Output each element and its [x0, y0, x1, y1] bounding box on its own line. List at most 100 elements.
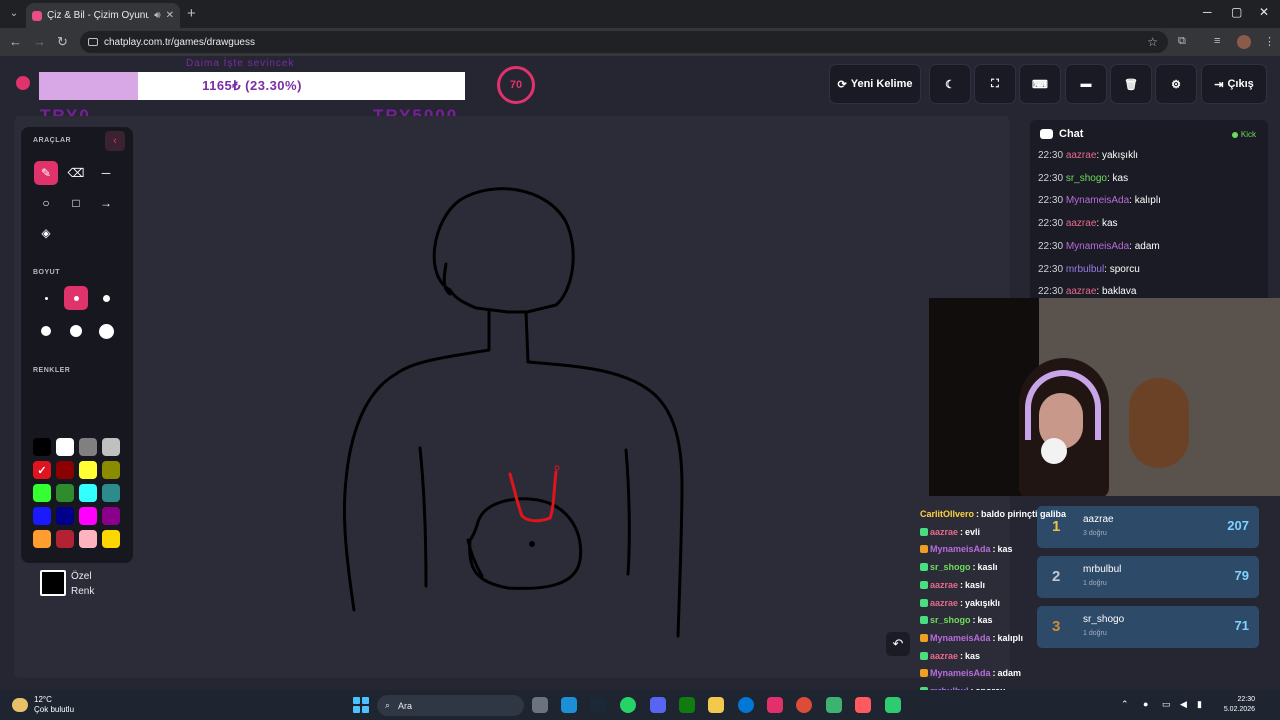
battery-tray-icon[interactable]: ▮ — [1197, 699, 1202, 710]
custom-color-swatch[interactable] — [40, 570, 66, 596]
moon-icon: ☾ — [945, 78, 955, 91]
chrome-icon[interactable] — [796, 697, 812, 713]
new-word-button[interactable]: ⟳ Yeni Kelime — [829, 64, 921, 104]
address-bar[interactable]: chatplay.com.tr/games/drawguess ☆ — [80, 31, 1168, 53]
size-xs-button[interactable] — [34, 286, 58, 310]
paint-icon[interactable] — [855, 697, 871, 713]
weather-cloud-icon[interactable] — [12, 698, 28, 712]
chat-user[interactable]: mrbulbul — [1066, 264, 1104, 275]
minimize-button[interactable]: ─ — [1203, 5, 1212, 19]
chat-user[interactable]: MynameisAda — [1066, 195, 1129, 206]
custom-color-label-line2: Renk — [71, 586, 95, 597]
clear-canvas-button[interactable]: 🗑︎ — [1110, 64, 1152, 104]
fullscreen-button[interactable]: ⛶ — [974, 64, 1016, 104]
fill-tool-button[interactable]: ◈ — [34, 221, 58, 245]
audio-playing-icon[interactable]: 🔊︎ — [154, 10, 160, 21]
keyboard-button[interactable]: ⌨ — [1019, 64, 1061, 104]
close-window-button[interactable]: ✕ — [1259, 5, 1269, 19]
extensions-icon[interactable]: ⧉ — [1178, 35, 1186, 48]
maximize-button[interactable]: ▢ — [1231, 5, 1242, 19]
whatsapp-icon[interactable] — [620, 697, 636, 713]
forward-icon[interactable]: → — [33, 34, 46, 49]
undo-button[interactable]: ↶ — [886, 632, 910, 656]
arrow-tool-button[interactable]: → — [94, 191, 118, 215]
color-swatch[interactable] — [33, 438, 51, 456]
color-swatch[interactable] — [102, 507, 120, 525]
color-swatch[interactable] — [79, 484, 97, 502]
weather-widget[interactable]: 12°C Çok bulutlu — [34, 695, 74, 715]
file-explorer-icon[interactable] — [708, 697, 724, 713]
steam-icon[interactable] — [590, 697, 606, 713]
profile-avatar[interactable] — [1237, 35, 1251, 49]
system-clock[interactable]: 22:30 5.02.2026 — [1215, 695, 1255, 715]
size-xl-button[interactable] — [64, 319, 88, 343]
obs-icon[interactable] — [885, 697, 901, 713]
site-info-icon[interactable] — [88, 38, 98, 46]
edge-icon[interactable] — [561, 697, 577, 713]
color-swatch[interactable] — [79, 530, 97, 548]
tray-chevron-icon[interactable]: ⌃ — [1121, 699, 1129, 710]
eraser-tool-button[interactable]: ⌫ — [64, 161, 88, 185]
collapse-panel-button[interactable]: ‹ — [105, 131, 125, 151]
color-swatch[interactable] — [79, 438, 97, 456]
leaderboard-name: sr_shogo — [1083, 614, 1125, 625]
app-icon[interactable] — [826, 697, 842, 713]
leaderboard-correct-count: 1 doğru — [1083, 630, 1107, 637]
chat-user[interactable]: aazrae — [1066, 150, 1097, 161]
exit-button[interactable]: ⇥ Çıkış — [1201, 64, 1267, 104]
color-swatch[interactable] — [56, 507, 74, 525]
chat-user[interactable]: sr_shogo — [1066, 173, 1107, 184]
color-swatch[interactable] — [102, 484, 120, 502]
rectangle-tool-button[interactable]: □ — [64, 191, 88, 215]
back-icon[interactable]: ← — [9, 34, 22, 49]
display-tray-icon[interactable]: ▭ — [1162, 699, 1171, 710]
pencil-tool-button[interactable]: ✎ — [34, 161, 58, 185]
browser-tab[interactable]: Çiz & Bil - Çizim Oyunu 🔊︎ ✕ — [26, 3, 180, 28]
theme-toggle-button[interactable]: ☾ — [929, 64, 971, 104]
volume-tray-icon[interactable]: ◀ — [1180, 699, 1187, 710]
reload-icon[interactable]: ↻ — [57, 34, 68, 50]
chat-user[interactable]: aazrae — [1066, 286, 1097, 297]
color-swatch[interactable] — [79, 461, 97, 479]
size-l-button[interactable] — [34, 319, 58, 343]
color-swatch[interactable] — [56, 438, 74, 456]
color-swatch[interactable] — [33, 507, 51, 525]
line-tool-button[interactable]: ─ — [94, 161, 118, 185]
color-swatch[interactable]: ✓ — [33, 461, 51, 479]
custom-color-label[interactable]: Özel Renk — [71, 569, 94, 599]
windows-start-icon[interactable] — [353, 697, 369, 713]
tab-search-icon[interactable]: ⌄ — [6, 6, 22, 22]
new-tab-button[interactable]: + — [187, 5, 196, 22]
leaderboard-correct-count: 3 doğru — [1083, 530, 1107, 537]
size-m-button[interactable] — [94, 286, 118, 310]
task-view-icon[interactable] — [532, 697, 548, 713]
size-xxl-button[interactable] — [94, 319, 118, 343]
color-swatch[interactable] — [33, 484, 51, 502]
color-swatch[interactable] — [33, 530, 51, 548]
edge-browser-icon[interactable] — [738, 697, 754, 713]
color-swatch[interactable] — [79, 507, 97, 525]
color-swatch[interactable] — [102, 530, 120, 548]
close-tab-icon[interactable]: ✕ — [166, 10, 174, 21]
settings-button[interactable]: ⚙ — [1155, 64, 1197, 104]
bookmark-star-icon[interactable]: ☆ — [1147, 35, 1158, 49]
color-swatch[interactable] — [56, 484, 74, 502]
archive-button[interactable]: ▬ — [1065, 64, 1107, 104]
mic-tray-icon[interactable]: ● — [1143, 699, 1148, 709]
color-swatch[interactable] — [56, 530, 74, 548]
color-swatch[interactable] — [56, 461, 74, 479]
drawing-canvas[interactable] — [14, 116, 1010, 678]
color-swatch[interactable] — [102, 461, 120, 479]
chat-user[interactable]: MynameisAda — [1066, 241, 1129, 252]
discord-icon[interactable] — [650, 697, 666, 713]
leaderboard-score: 207 — [1227, 518, 1249, 533]
instagram-icon[interactable] — [767, 697, 783, 713]
taskbar-search[interactable]: ⌕ Ara — [377, 695, 524, 716]
color-swatch[interactable] — [102, 438, 120, 456]
size-s-button[interactable] — [64, 286, 88, 310]
reading-list-icon[interactable]: ≡ — [1214, 35, 1220, 47]
chat-user[interactable]: aazrae — [1066, 218, 1097, 229]
circle-tool-button[interactable]: ○ — [34, 191, 58, 215]
xbox-icon[interactable] — [679, 697, 695, 713]
browser-menu-icon[interactable]: ⋮ — [1264, 35, 1275, 48]
